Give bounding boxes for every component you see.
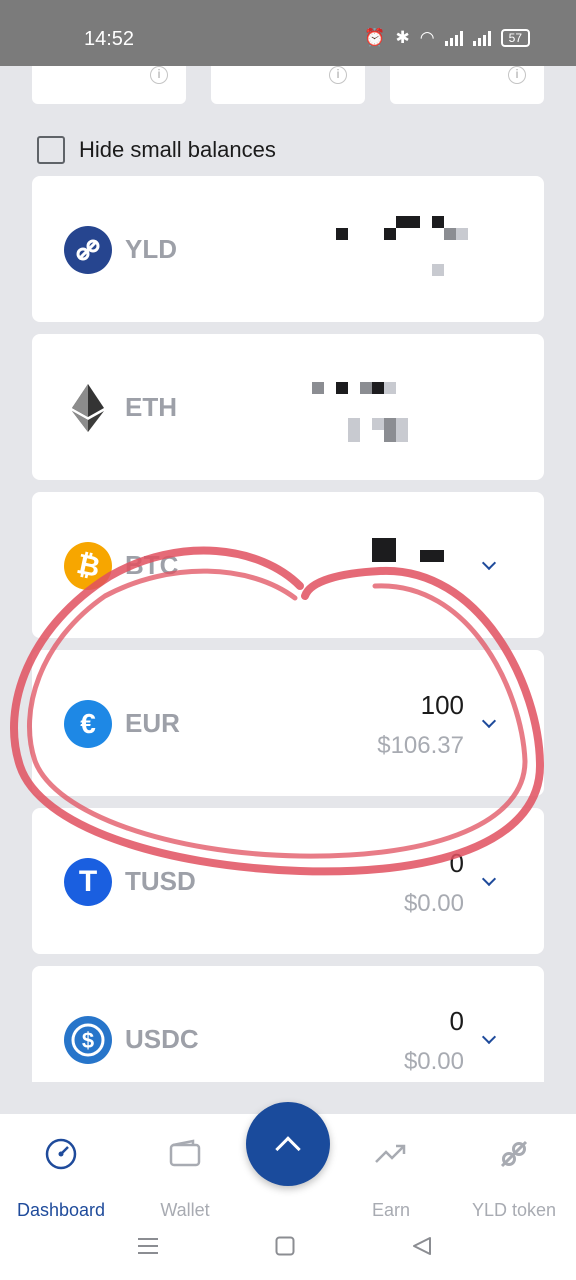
ethereum-icon	[64, 384, 112, 432]
chevron-down-icon[interactable]	[481, 1029, 497, 1045]
signal-icon-2	[472, 30, 491, 46]
asset-fiat-value: $0.00	[403, 890, 464, 917]
asset-symbol: EUR	[125, 708, 180, 738]
asset-row-eur[interactable]: € EUR 100 $106.37	[32, 650, 544, 796]
info-icon[interactable]: i	[329, 66, 347, 84]
nav-wallet[interactable]: Wallet	[120, 1134, 250, 1221]
recent-apps-button[interactable]	[137, 1236, 159, 1261]
info-icon[interactable]: i	[508, 66, 526, 84]
summary-card-3[interactable]: i	[390, 66, 544, 104]
hide-small-balances-label: Hide small balances	[79, 137, 276, 162]
asset-row-eth[interactable]: ETH	[32, 334, 544, 480]
system-navigation-bar	[0, 1222, 576, 1272]
alarm-icon: ⏰	[364, 28, 386, 47]
dashboard-gauge-icon	[0, 1134, 126, 1174]
yld-logo-icon	[449, 1134, 576, 1174]
back-button[interactable]	[412, 1236, 432, 1261]
asset-symbol: ETH	[125, 392, 177, 422]
wifi-icon: ◠	[419, 28, 435, 47]
nav-label: Wallet	[160, 1200, 210, 1220]
yld-logo-icon	[64, 226, 112, 274]
scroll-to-top-button[interactable]	[246, 1102, 330, 1186]
dashboard-content[interactable]: i i i Hide small balances YLD ETH ₿ BTC …	[0, 66, 576, 1082]
asset-row-yld[interactable]: YLD	[32, 176, 544, 322]
asset-amount: 0	[449, 1006, 464, 1036]
svg-text:$: $	[82, 1028, 94, 1053]
summary-card-1[interactable]: i	[32, 66, 186, 104]
asset-row-btc[interactable]: ₿ BTC	[32, 492, 544, 638]
nav-earn[interactable]: Earn	[326, 1134, 456, 1221]
asset-fiat-value: $0.00	[403, 1048, 464, 1075]
info-icon[interactable]: i	[150, 66, 168, 84]
summary-card-2[interactable]: i	[211, 66, 365, 104]
nav-label: Dashboard	[16, 1200, 106, 1220]
bitcoin-icon: ₿	[64, 542, 112, 590]
nav-label: YLD token	[471, 1200, 557, 1220]
asset-symbol: USDC	[125, 1024, 199, 1054]
chevron-down-icon[interactable]	[481, 871, 497, 887]
status-bar: 14:52 ⏰ ✱ ◠ 57	[0, 0, 576, 66]
asset-amount: 100	[420, 690, 464, 720]
chevron-down-icon[interactable]	[481, 713, 497, 729]
asset-symbol: TUSD	[125, 866, 196, 896]
wallet-icon	[120, 1134, 250, 1174]
status-time: 14:52	[84, 28, 135, 50]
asset-amount: 0	[449, 848, 464, 878]
chevron-up-icon	[275, 1136, 301, 1162]
nav-label: Earn	[371, 1200, 411, 1220]
euro-icon: €	[64, 700, 112, 748]
tusd-icon: T	[64, 858, 112, 906]
signal-icon	[444, 30, 463, 46]
status-icons: ⏰ ✱ ◠ 57	[364, 28, 530, 48]
asset-symbol: YLD	[125, 234, 177, 264]
asset-row-usdc[interactable]: $ USDC 0 $0.00	[32, 966, 544, 1082]
bluetooth-icon: ✱	[395, 28, 410, 47]
nav-dashboard[interactable]: Dashboard	[0, 1134, 126, 1221]
nav-yld-token[interactable]: YLD token	[449, 1134, 576, 1221]
chevron-down-icon[interactable]	[481, 555, 497, 571]
hide-small-balances-toggle[interactable]: Hide small balances	[37, 136, 276, 164]
hide-small-balances-checkbox[interactable]	[37, 136, 65, 164]
home-button[interactable]	[275, 1236, 295, 1261]
battery-icon: 57	[500, 29, 530, 47]
asset-row-tusd[interactable]: T TUSD 0 $0.00	[32, 808, 544, 954]
asset-symbol: BTC	[125, 550, 179, 580]
usdc-icon: $	[64, 1016, 112, 1064]
asset-fiat-value: $106.37	[377, 732, 464, 759]
trend-up-icon	[326, 1134, 456, 1174]
